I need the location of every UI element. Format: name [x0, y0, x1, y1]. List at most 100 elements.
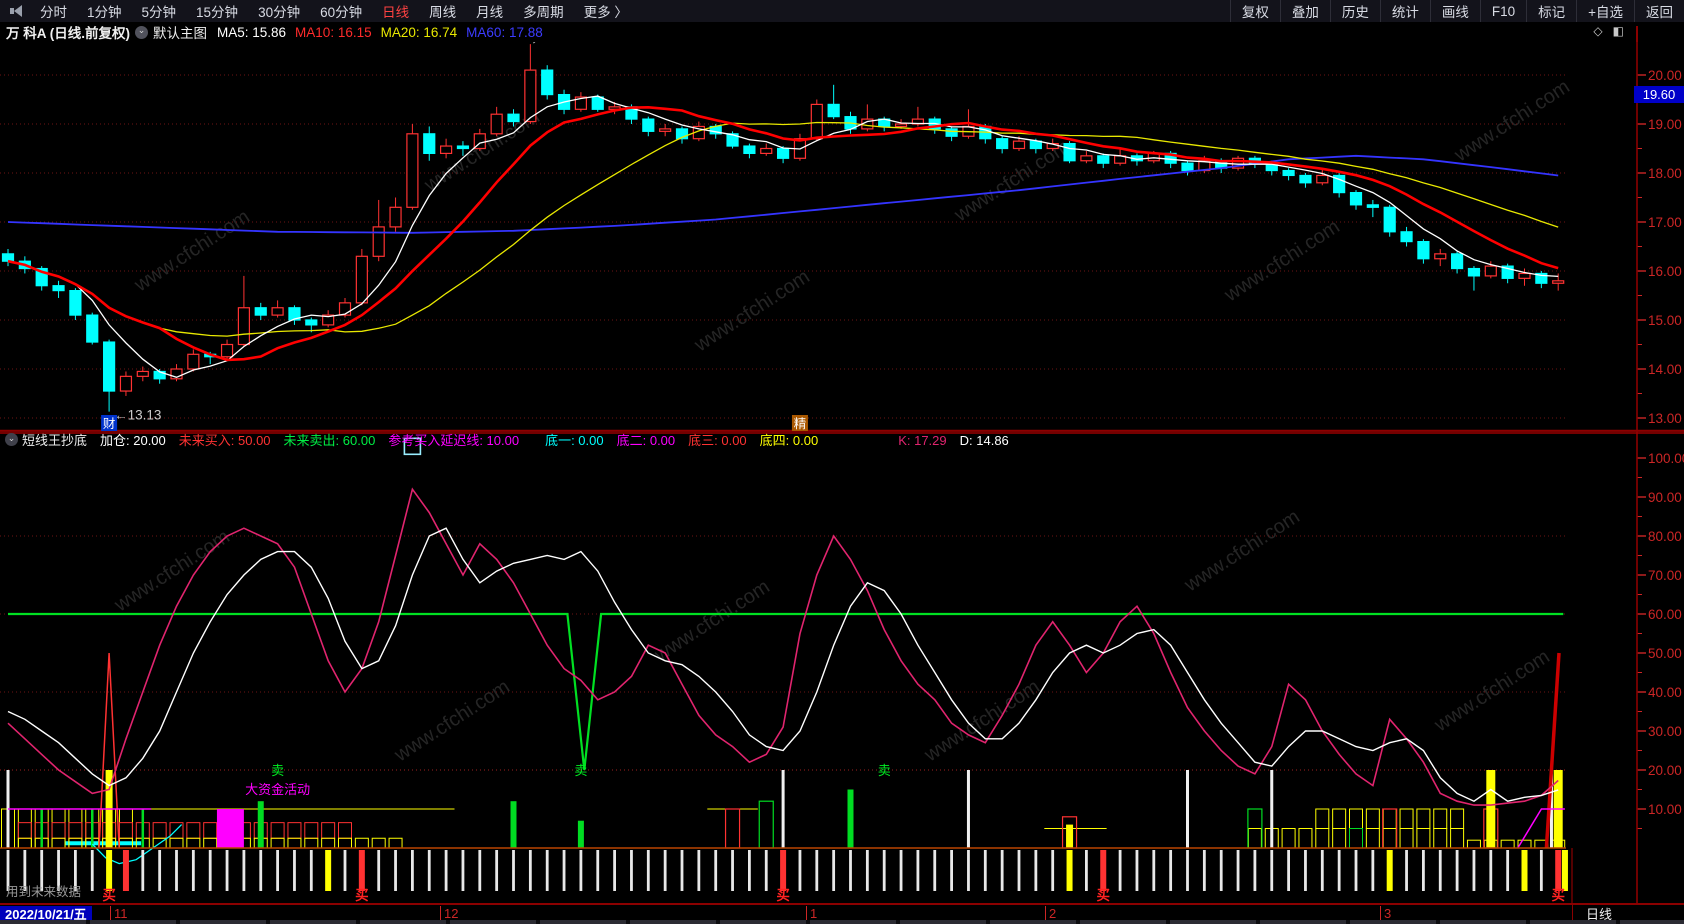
ma-legend-item: MA10: 16.15 [295, 25, 372, 40]
month-label: 3 [1380, 906, 1391, 921]
tool-button-历史[interactable]: 历史 [1330, 0, 1380, 22]
buy-signal-label: 买 [776, 888, 790, 903]
buy-signal-label: 买 [102, 888, 116, 903]
period-tab-1分钟[interactable]: 1分钟 [77, 0, 132, 22]
period-toolbar: 分时1分钟5分钟15分钟30分钟60分钟日线周线月线多周期更多 〉 复权叠加历史… [0, 0, 1684, 23]
watermark: www.cfchi.com [920, 676, 1044, 767]
buy-signal-label: 买 [1097, 888, 1111, 903]
month-label: 11 [110, 906, 128, 921]
month-label: 1 [806, 906, 817, 921]
split-view-icon[interactable]: ◧ [1613, 24, 1624, 38]
sell-signal-label: 卖 [271, 763, 284, 778]
svg-text:60.00: 60.00 [1648, 607, 1682, 622]
indicator-canvas[interactable]: www.cfchi.com www.cfchi.com www.cfchi.com w… [0, 432, 1684, 903]
svg-text:19.00: 19.00 [1648, 117, 1682, 132]
period-tab-30分钟[interactable]: 30分钟 [248, 0, 310, 22]
period-tab-月线[interactable]: 月线 [466, 0, 513, 22]
axis-divider [1636, 26, 1638, 42]
chart-title-bar: 万 科A (日线.前复权) 默认主图 MA5: 15.86 MA10: 16.15… [0, 22, 1684, 42]
chevron-down-icon[interactable] [135, 26, 148, 39]
svg-text:10.00: 10.00 [1648, 802, 1682, 817]
watermark: www.cfchi.com [1450, 76, 1574, 167]
layout-selector[interactable]: 默认主图 [153, 22, 207, 42]
indicator-name[interactable]: 短线王抄底 [22, 430, 87, 449]
indicator-param: 加仓: 20.00 [100, 433, 166, 448]
svg-text:20.00: 20.00 [1648, 68, 1682, 83]
corner-icons: ◇◧ [1593, 24, 1624, 38]
svg-text:18.00: 18.00 [1648, 166, 1682, 181]
watermark: www.cfchi.com [1220, 216, 1344, 307]
svg-text:财: 财 [103, 417, 116, 431]
main-chart-canvas[interactable]: www.cfchi.com www.cfchi.com www.cfchi.com w… [0, 42, 1684, 432]
ma-legend-item: MA60: 17.88 [466, 25, 543, 40]
date-axis-row: 2022/10/21/五 1112123 日线 [0, 903, 1684, 924]
indicator-param: 底三: 0.00 [688, 433, 747, 448]
ma-legend-item: MA20: 16.74 [381, 25, 458, 40]
period-tab-日线[interactable]: 日线 [372, 0, 419, 22]
current-date-box: 2022/10/21/五 [0, 906, 92, 921]
svg-text:精: 精 [794, 417, 807, 431]
tool-button-画线[interactable]: 画线 [1430, 0, 1480, 22]
svg-text:90.00: 90.00 [1648, 490, 1682, 505]
indicator-param: 参考买入延迟线: 10.00 [388, 433, 519, 448]
period-tab-周线[interactable]: 周线 [419, 0, 466, 22]
ma-legend-item: MA5: 15.86 [217, 25, 286, 40]
indicator-param: 未来买入: 50.00 [179, 433, 271, 448]
svg-text:30.00: 30.00 [1648, 724, 1682, 739]
period-tabs: 分时1分钟5分钟15分钟30分钟60分钟日线周线月线多周期更多 〉 [0, 0, 638, 22]
svg-text:20.63: 20.63 [545, 42, 579, 43]
svg-text:15.00: 15.00 [1648, 313, 1682, 328]
svg-text:17.00: 17.00 [1648, 215, 1682, 230]
svg-text:←13.13: ←13.13 [114, 408, 161, 423]
period-tab-多周期[interactable]: 多周期 [513, 0, 574, 22]
tools-menu: 复权叠加历史统计画线F10标记+自选返回 [1230, 0, 1684, 22]
buy-signal-label: 买 [1551, 888, 1565, 903]
navigator-strip[interactable] [0, 920, 1684, 924]
month-label: 12 [440, 906, 458, 921]
svg-text:13.00: 13.00 [1648, 411, 1682, 426]
month-label: 2 [1045, 906, 1056, 921]
big-money-label: 大资金活动 [245, 782, 310, 797]
indicator-param: 底四: 0.00 [760, 433, 819, 448]
indicator-param: K: 17.29 [898, 433, 946, 448]
svg-text:40.00: 40.00 [1648, 685, 1682, 700]
period-tab-更多 〉[interactable]: 更多 〉 [574, 0, 638, 22]
watermark: www.cfchi.com [690, 266, 814, 357]
svg-text:100.00: 100.00 [1648, 451, 1684, 466]
sell-signal-label: 卖 [574, 763, 587, 778]
tool-button-标记[interactable]: 标记 [1526, 0, 1576, 22]
tool-button-复权[interactable]: 复权 [1230, 0, 1280, 22]
indicator-collapse-icon[interactable] [5, 433, 18, 446]
diamond-icon[interactable]: ◇ [1593, 24, 1602, 38]
svg-text:50.00: 50.00 [1648, 646, 1682, 661]
indicator-param: 底一: 0.00 [545, 433, 604, 448]
svg-text:14.00: 14.00 [1648, 362, 1682, 377]
tool-button-叠加[interactable]: 叠加 [1280, 0, 1330, 22]
trading-app-window: 分时1分钟5分钟15分钟30分钟60分钟日线周线月线多周期更多 〉 复权叠加历史… [0, 0, 1684, 924]
watermark: www.cfchi.com [130, 206, 254, 297]
period-tab-5分钟[interactable]: 5分钟 [132, 0, 187, 22]
tool-button-F10[interactable]: F10 [1480, 0, 1526, 22]
indicator-param: 未来卖出: 60.00 [284, 433, 376, 448]
svg-text:80.00: 80.00 [1648, 529, 1682, 544]
ma-legend: MA5: 15.86 MA10: 16.15 MA20: 16.74 MA60: 17… [217, 25, 552, 40]
tool-button-+自选[interactable]: +自选 [1576, 0, 1634, 22]
buy-signal-label: 买 [355, 888, 369, 903]
watermark: www.cfchi.com [110, 526, 234, 617]
period-label: 日线 [1586, 906, 1612, 921]
svg-text:16.00: 16.00 [1648, 264, 1682, 279]
indicator-header: 短线王抄底 加仓: 20.00 未来买入: 50.00 未来卖出: 60.00 参考买… [0, 431, 1684, 448]
period-tab-60分钟[interactable]: 60分钟 [310, 0, 372, 22]
period-tab-15分钟[interactable]: 15分钟 [186, 0, 248, 22]
period-tab-分时[interactable]: 分时 [30, 0, 77, 22]
tool-button-统计[interactable]: 统计 [1380, 0, 1430, 22]
svg-text:70.00: 70.00 [1648, 568, 1682, 583]
sell-signal-label: 卖 [878, 763, 891, 778]
tool-button-返回[interactable]: 返回 [1634, 0, 1684, 22]
watermark: www.cfchi.com [650, 576, 774, 667]
watermark: www.cfchi.com [950, 136, 1074, 227]
watermark: www.cfchi.com [1430, 646, 1554, 737]
svg-text:19.60: 19.60 [1643, 87, 1676, 102]
stock-title: 万 科A (日线.前复权) [6, 22, 130, 42]
sound-icon[interactable] [8, 5, 24, 17]
